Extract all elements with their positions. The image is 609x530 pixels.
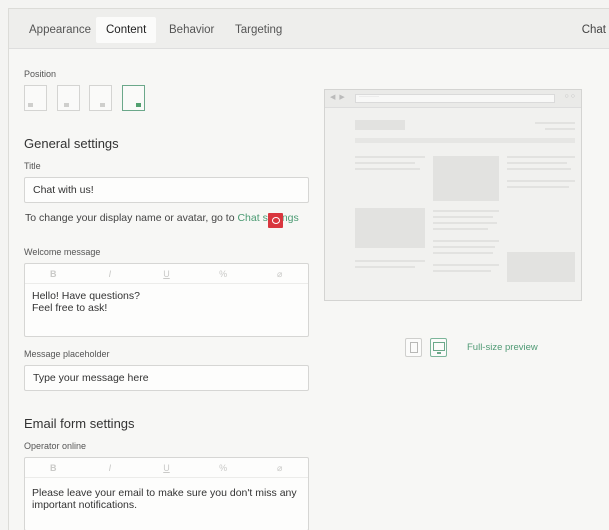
tab-content[interactable]: Content	[96, 17, 157, 43]
editor-toolbar: B I U % ⌀	[25, 458, 308, 478]
preview-address-bar	[355, 94, 555, 103]
italic-button[interactable]: I	[82, 264, 139, 283]
position-option-bottom-center-right[interactable]	[89, 85, 112, 111]
widget-settings-panel: Appearance Content Behavior Targeting Ch…	[8, 8, 609, 530]
mock-line	[433, 216, 493, 218]
title-label: Title	[24, 161, 41, 171]
mock-line	[355, 168, 420, 170]
underline-button[interactable]: U	[138, 458, 195, 477]
position-option-bottom-center-left[interactable]	[57, 85, 80, 111]
browser-controls-icon: ○○	[564, 93, 577, 100]
mock-line	[433, 270, 491, 272]
mock-line	[535, 122, 575, 124]
mock-nav	[355, 138, 575, 143]
mobile-icon	[410, 342, 418, 353]
mock-line	[545, 128, 575, 130]
browser-nav-icon: ◀ ▶	[330, 94, 346, 101]
clear-format-button[interactable]: ⌀	[251, 264, 308, 283]
mobile-preview-button[interactable]	[405, 338, 422, 357]
link-button[interactable]: %	[195, 458, 252, 477]
preview-url: ··········	[359, 94, 379, 100]
desktop-icon	[433, 342, 445, 351]
full-size-preview-link[interactable]: Full-size preview	[467, 342, 538, 353]
tab-behavior[interactable]: Behavior	[159, 17, 224, 43]
message-placeholder-input[interactable]: Type your message here	[24, 365, 309, 391]
mock-line	[433, 246, 495, 248]
preview-browser-bar: ◀ ▶ ·········· ○○	[325, 90, 581, 108]
tab-chat[interactable]: Chat	[582, 17, 606, 43]
mock-line	[507, 186, 569, 188]
link-button[interactable]: %	[195, 264, 252, 283]
editor-toolbar: B I U % ⌀	[25, 264, 308, 284]
desktop-stand-icon	[437, 352, 441, 354]
mock-line	[433, 210, 499, 212]
email-form-settings-heading: Email form settings	[24, 416, 135, 431]
mock-line	[355, 162, 415, 164]
title-input[interactable]: Chat with us!	[24, 177, 309, 203]
general-settings-heading: General settings	[24, 136, 119, 151]
bold-button[interactable]: B	[25, 264, 82, 283]
mock-line	[507, 168, 571, 170]
operator-online-text[interactable]: Please leave your email to make sure you…	[25, 478, 308, 517]
desktop-preview-button[interactable]	[430, 338, 447, 357]
mock-image	[507, 252, 575, 282]
mock-line	[433, 228, 488, 230]
mock-line	[433, 252, 493, 254]
bold-button[interactable]: B	[25, 458, 82, 477]
chat-widget-preview-button	[268, 213, 283, 228]
mock-line	[355, 260, 425, 262]
message-placeholder-label: Message placeholder	[24, 349, 110, 359]
chat-settings-hint-text: To change your display name or avatar, g…	[25, 212, 238, 224]
welcome-message-label: Welcome message	[24, 247, 101, 257]
mock-logo	[355, 120, 405, 130]
position-option-bottom-left[interactable]	[24, 85, 47, 111]
italic-button[interactable]: I	[82, 458, 139, 477]
chat-settings-hint: To change your display name or avatar, g…	[25, 212, 299, 224]
mock-image	[433, 156, 499, 201]
mock-line	[433, 264, 499, 266]
tab-appearance[interactable]: Appearance	[19, 17, 101, 43]
operator-online-editor[interactable]: B I U % ⌀ Please leave your email to mak…	[24, 457, 309, 530]
mock-line	[507, 162, 567, 164]
welcome-message-text[interactable]: Hello! Have questions? Feel free to ask!	[25, 284, 308, 320]
mock-line	[507, 180, 575, 182]
welcome-message-editor[interactable]: B I U % ⌀ Hello! Have questions? Feel fr…	[24, 263, 309, 337]
tab-targeting[interactable]: Targeting	[225, 17, 292, 43]
operator-online-label: Operator online	[24, 441, 87, 451]
mock-line	[355, 156, 425, 158]
clear-format-button[interactable]: ⌀	[251, 458, 308, 477]
mock-line	[433, 222, 497, 224]
mock-line	[507, 156, 575, 158]
mock-line	[433, 240, 499, 242]
mock-image	[355, 208, 425, 248]
position-label: Position	[24, 69, 57, 79]
position-option-bottom-right[interactable]	[122, 85, 145, 111]
underline-button[interactable]: U	[138, 264, 195, 283]
widget-preview: ◀ ▶ ·········· ○○	[324, 89, 582, 301]
tab-bar: Appearance Content Behavior Targeting Ch…	[9, 9, 609, 49]
mock-line	[355, 266, 415, 268]
